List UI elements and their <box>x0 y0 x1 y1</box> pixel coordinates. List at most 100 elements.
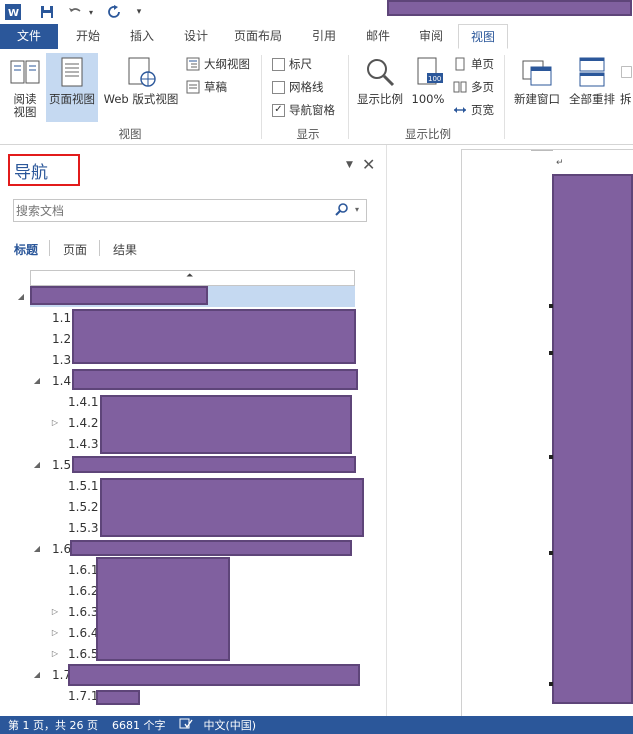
redacted-heading <box>70 540 352 556</box>
redacted-title <box>387 0 632 16</box>
tab-view[interactable]: 视图 <box>458 24 508 49</box>
zoom-100-icon: 100 <box>417 57 443 85</box>
search-dropdown-icon[interactable]: ▾ <box>355 205 359 214</box>
bullet-mark <box>549 682 553 686</box>
redo-icon[interactable] <box>106 3 124 21</box>
redacted-heading <box>72 309 356 364</box>
print-layout-button[interactable]: 页面视图 <box>46 53 98 122</box>
expand-icon[interactable]: ▷ <box>50 607 60 616</box>
subtab-separator <box>49 240 50 256</box>
gridlines-check-mark <box>272 80 285 94</box>
web-layout-icon <box>128 57 156 87</box>
page-count[interactable]: 第 1 页，共 26 页 <box>8 717 98 733</box>
expand-icon[interactable]: ▷ <box>50 628 60 637</box>
one-page-icon <box>455 57 465 71</box>
tab-headings[interactable]: 标题 <box>14 241 38 258</box>
tab-review[interactable]: 审阅 <box>405 24 457 49</box>
page-width-label: 页宽 <box>471 103 494 117</box>
heading-number: 1.4.1 <box>68 394 99 409</box>
collapse-icon[interactable]: ◢ <box>16 292 26 301</box>
arrange-all-label: 全部重排 <box>569 92 615 106</box>
new-window-button[interactable]: 新建窗口 <box>510 55 564 106</box>
outline-view-label: 大纲视图 <box>204 57 250 71</box>
navigation-pane-checkbox[interactable]: ✓ 导航窗格 <box>272 100 335 120</box>
tab-design[interactable]: 设计 <box>170 24 222 49</box>
tab-references[interactable]: 引用 <box>298 24 350 49</box>
group-separator <box>348 55 349 139</box>
svg-text:100: 100 <box>428 75 441 83</box>
web-layout-button[interactable]: Web 版式视图 <box>100 55 182 106</box>
page-width-button[interactable]: 页宽 <box>453 100 494 120</box>
arrange-all-button[interactable]: 全部重排 <box>566 55 618 106</box>
tab-results[interactable]: 结果 <box>113 241 137 258</box>
zoom-100-button[interactable]: 100 100% <box>408 55 448 106</box>
draft-view-button[interactable]: 草稿 <box>186 77 227 97</box>
save-icon[interactable] <box>38 3 56 21</box>
tab-pages[interactable]: 页面 <box>63 241 87 258</box>
heading-number: 1.7.1 <box>68 688 99 703</box>
heading-number: 1.6.2 <box>68 583 99 598</box>
collapse-icon[interactable]: ◢ <box>32 670 42 679</box>
redacted-heading <box>100 395 352 454</box>
heading-number: 1.3 <box>52 352 72 367</box>
web-layout-label: Web 版式视图 <box>103 92 179 106</box>
print-layout-icon <box>61 57 83 87</box>
multiple-pages-icon <box>453 81 467 93</box>
status-bar: 第 1 页，共 26 页 6681 个字 中文(中国) <box>0 716 633 734</box>
expand-icon[interactable]: ▷ <box>50 649 60 658</box>
tree-row[interactable]: 1.7.1 <box>0 685 386 706</box>
redacted-content <box>552 174 633 704</box>
search-input[interactable] <box>16 201 316 220</box>
undo-icon[interactable] <box>66 3 84 21</box>
draft-view-label: 草稿 <box>204 80 227 94</box>
scroll-to-top-icon[interactable]: ⏶ <box>186 271 193 281</box>
redacted-heading <box>30 286 208 305</box>
read-mode-label: 阅读 视图 <box>13 92 37 119</box>
multiple-pages-button[interactable]: 多页 <box>453 77 494 97</box>
word-count[interactable]: 6681 个字 <box>112 717 166 733</box>
collapse-icon[interactable]: ◢ <box>32 544 42 553</box>
word-logo-icon[interactable]: W <box>4 3 22 21</box>
search-icon[interactable] <box>335 202 349 219</box>
heading-number: 1.6 <box>52 541 72 556</box>
zoom-button[interactable]: 显示比例 <box>354 55 406 106</box>
read-mode-button[interactable]: 阅读 视图 <box>6 55 44 119</box>
close-icon[interactable]: ✕ <box>362 155 375 174</box>
redacted-heading <box>96 557 230 661</box>
tab-page-layout[interactable]: 页面布局 <box>226 24 290 49</box>
undo-dropdown-icon[interactable]: ▾ <box>86 3 96 21</box>
zoom-100-label: 100% <box>411 92 445 106</box>
proofing-icon[interactable] <box>179 718 194 732</box>
pane-options-icon[interactable]: ▼ <box>346 160 353 170</box>
customize-qat-icon[interactable]: ▾ <box>132 3 146 21</box>
page-width-icon <box>454 107 466 113</box>
outline-view-button[interactable]: 大纲视图 <box>186 54 250 74</box>
heading-number: 1.4.2 <box>68 415 99 430</box>
tab-mailings[interactable]: 邮件 <box>352 24 404 49</box>
subtab-separator <box>99 240 100 256</box>
ruler-check-mark <box>272 57 285 71</box>
split-button[interactable]: 拆 <box>620 55 633 106</box>
collapse-icon[interactable]: ◢ <box>32 460 42 469</box>
outline-icon <box>186 57 200 71</box>
zoom-label: 显示比例 <box>357 92 403 106</box>
one-page-button[interactable]: 单页 <box>453 54 494 74</box>
expand-icon[interactable]: ▷ <box>50 418 60 427</box>
tab-insert[interactable]: 插入 <box>116 24 168 49</box>
language[interactable]: 中文(中国) <box>203 717 256 733</box>
gridlines-checkbox[interactable]: 网格线 <box>272 77 324 97</box>
bullet-mark <box>549 455 553 459</box>
page-corner-mark <box>531 150 553 151</box>
magnifier-icon <box>367 59 395 87</box>
new-window-icon <box>522 60 552 86</box>
heading-number: 1.1 <box>52 310 72 325</box>
heading-number: 1.5.1 <box>68 478 99 493</box>
heading-number: 1.5.3 <box>68 520 99 535</box>
navigation-pane-check-mark: ✓ <box>272 103 285 117</box>
read-mode-icon <box>10 60 40 84</box>
ruler-checkbox[interactable]: 标尺 <box>272 54 312 74</box>
tab-home[interactable]: 开始 <box>62 24 114 49</box>
tab-file[interactable]: 文件 <box>0 24 58 49</box>
collapse-icon[interactable]: ◢ <box>32 376 42 385</box>
show-group-label: 显示 <box>296 127 320 141</box>
